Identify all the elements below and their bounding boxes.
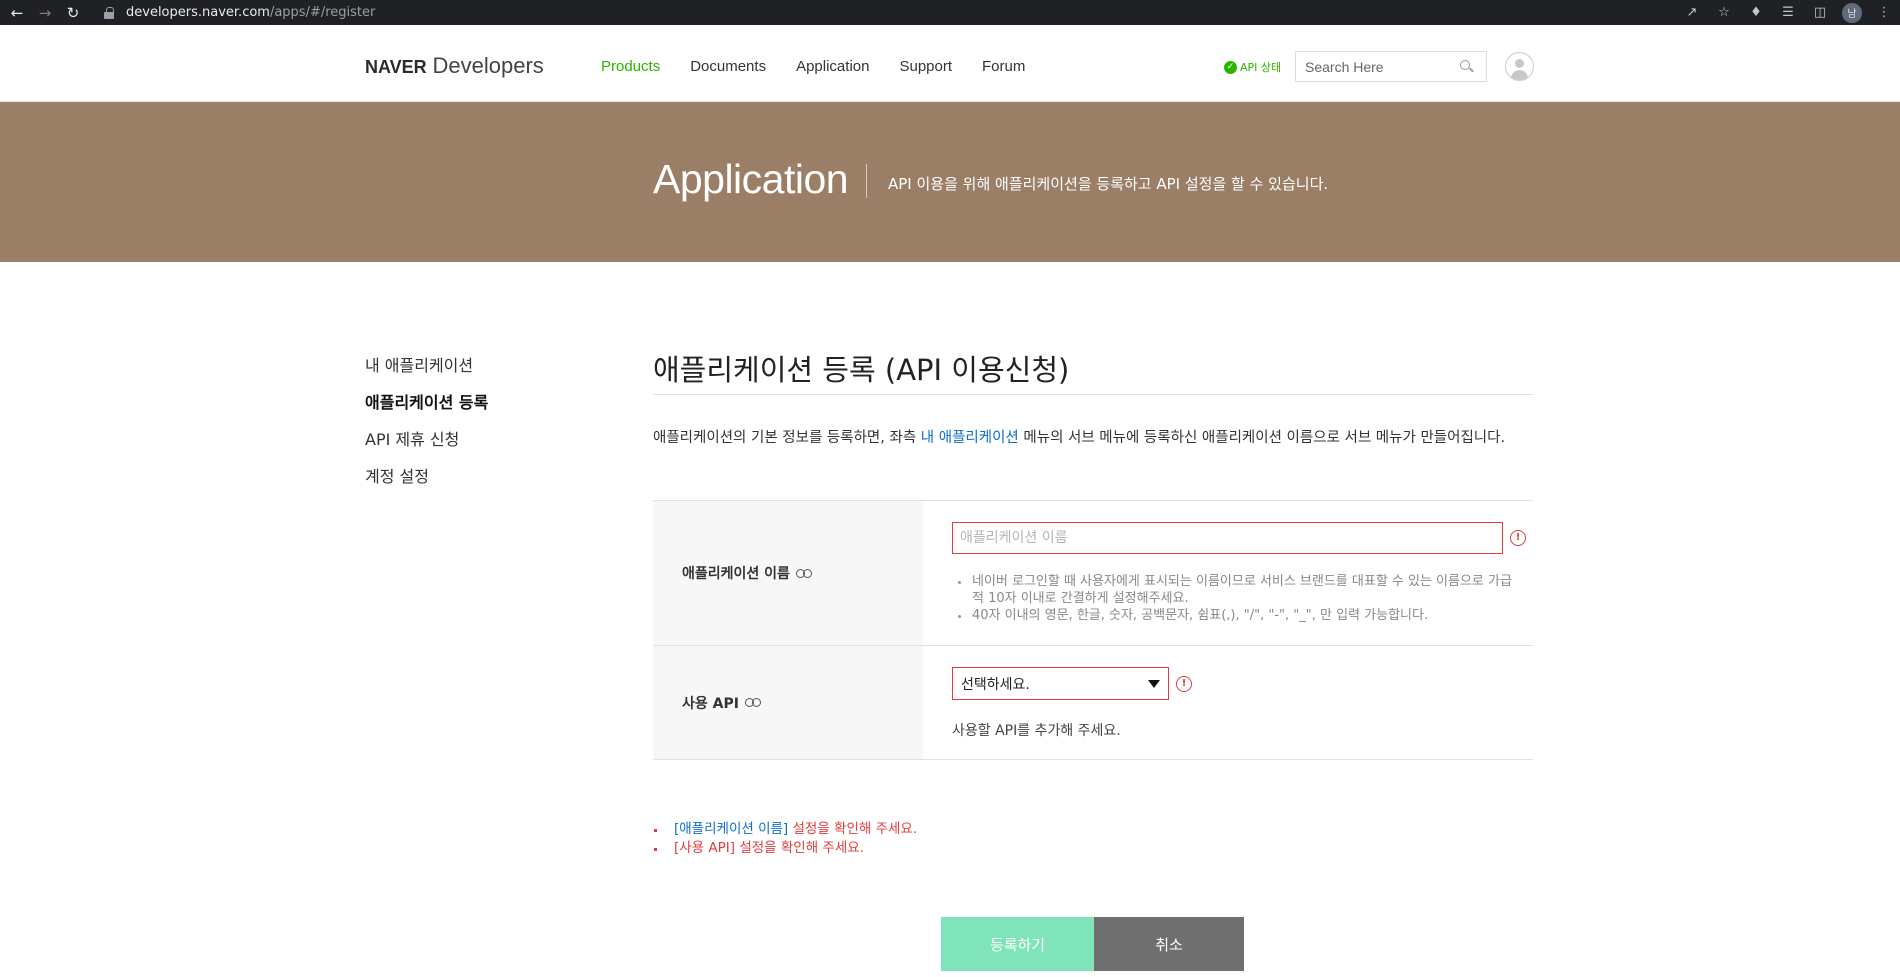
- main-content: 애플리케이션 등록 (API 이용신청) 애플리케이션의 기본 정보를 등록하면…: [653, 350, 1533, 971]
- guide-item: 네이버 로그인할 때 사용자에게 표시되는 이름이므로 서비스 브랜드를 대표할…: [952, 573, 1512, 607]
- caret-down-icon: [1148, 679, 1160, 688]
- intro-text: 애플리케이션의 기본 정보를 등록하면, 좌측 내 애플리케이션 메뉴의 서브 …: [653, 425, 1533, 452]
- check-circle-icon: ✓: [1224, 60, 1237, 74]
- share-icon[interactable]: ↗: [1682, 3, 1702, 23]
- form-buttons: 등록하기 취소: [941, 917, 1244, 971]
- logo-developers-text: Developers: [432, 53, 544, 78]
- nav-support[interactable]: Support: [899, 58, 952, 75]
- sidebar-item-register-application[interactable]: 애플리케이션 등록: [365, 393, 488, 430]
- error-field-api: [사용 API]: [674, 840, 736, 856]
- sidebar-item-my-applications[interactable]: 내 애플리케이션: [365, 356, 488, 393]
- reading-list-icon[interactable]: ☰: [1778, 3, 1798, 23]
- form-row-app-name: 애플리케이션 이름 ! 네이버 로그인할 때 사용자에게 표시되는 이름이므로 …: [653, 501, 1533, 646]
- bookmark-star-icon[interactable]: ☆: [1714, 3, 1734, 23]
- reload-icon[interactable]: ↻: [62, 2, 84, 24]
- url-host: developers.naver.com: [126, 5, 270, 20]
- api-select-cell: 선택하세요. ! 사용할 API를 추가해 주세요.: [923, 646, 1533, 759]
- sidebar-item-account-settings[interactable]: 계정 설정: [365, 467, 488, 504]
- error-alert-icon: !: [1176, 675, 1192, 692]
- api-select-value: 선택하세요.: [961, 676, 1030, 693]
- nav-products[interactable]: Products: [601, 58, 660, 75]
- browser-toolbar: ← → ↻ developers.naver.com/apps/#/regist…: [0, 0, 1900, 25]
- intro-text-before: 애플리케이션의 기본 정보를 등록하면, 좌측: [653, 430, 921, 446]
- app-name-label-cell: 애플리케이션 이름: [653, 501, 923, 645]
- search-box: [1295, 51, 1487, 82]
- address-bar[interactable]: developers.naver.com/apps/#/register: [104, 2, 1664, 23]
- registration-form: 애플리케이션 이름 ! 네이버 로그인할 때 사용자에게 표시되는 이름이므로 …: [653, 500, 1533, 760]
- extensions-puzzle-icon[interactable]: ♦: [1746, 3, 1766, 23]
- search-icon[interactable]: [1460, 59, 1474, 74]
- error-message: 설정을 확인해 주세요.: [735, 840, 864, 856]
- error-field-app-name: [애플리케이션 이름]: [674, 821, 789, 837]
- api-label-cell: 사용 API: [653, 646, 923, 759]
- side-panel-icon[interactable]: ◫: [1810, 3, 1830, 23]
- site-header: NAVER Developers Products Documents Appl…: [0, 25, 1900, 102]
- intro-text-after: 메뉴의 서브 메뉴에 등록하신 애플리케이션 이름으로 서브 메뉴가 만들어집니…: [1018, 430, 1506, 446]
- menu-dots-icon[interactable]: ⋮: [1874, 3, 1894, 23]
- app-name-guide: 네이버 로그인할 때 사용자에게 표시되는 이름이므로 서비스 브랜드를 대표할…: [952, 573, 1512, 624]
- naver-developers-logo[interactable]: NAVER Developers: [365, 55, 544, 77]
- page-banner: Application API 이용을 위해 애플리케이션을 등록하고 API …: [0, 102, 1900, 262]
- error-item: [애플리케이션 이름] 설정을 확인해 주세요.: [653, 820, 917, 839]
- nav-application[interactable]: Application: [796, 58, 869, 75]
- main-nav: Products Documents Application Support F…: [601, 58, 1025, 75]
- api-status-label: API 상태: [1240, 61, 1282, 74]
- app-name-input[interactable]: [952, 522, 1503, 554]
- forward-arrow-icon[interactable]: →: [34, 2, 56, 24]
- error-item: [사용 API] 설정을 확인해 주세요.: [653, 839, 917, 858]
- error-alert-icon: !: [1510, 530, 1526, 546]
- api-help-text: 사용할 API를 추가해 주세요.: [952, 723, 1121, 739]
- api-status-link[interactable]: ✓ API 상태: [1224, 59, 1281, 75]
- url-path: /apps/#/register: [269, 5, 376, 20]
- nav-forum[interactable]: Forum: [982, 58, 1025, 75]
- validation-errors: [애플리케이션 이름] 설정을 확인해 주세요. [사용 API] 설정을 확인…: [653, 820, 917, 858]
- banner-title: Application: [653, 156, 849, 202]
- guide-item: 40자 이내의 영문, 한글, 숫자, 공백문자, 쉼표(,), "/", "-…: [952, 607, 1512, 624]
- lock-icon: [104, 6, 114, 19]
- my-applications-link[interactable]: 내 애플리케이션: [921, 430, 1019, 446]
- app-name-input-cell: ! 네이버 로그인할 때 사용자에게 표시되는 이름이므로 서비스 브랜드를 대…: [923, 501, 1533, 645]
- logo-naver-text: NAVER: [365, 57, 427, 77]
- error-message: 설정을 확인해 주세요.: [788, 821, 918, 837]
- banner-description: API 이용을 위해 애플리케이션을 등록하고 API 설정을 할 수 있습니다…: [888, 175, 1329, 193]
- page-title: 애플리케이션 등록 (API 이용신청): [653, 350, 1533, 395]
- sidebar-item-api-partnership[interactable]: API 제휴 신청: [365, 430, 488, 467]
- form-row-api: 사용 API 선택하세요. ! 사용할 API를 추가해 주세요.: [653, 646, 1533, 760]
- profile-avatar[interactable]: 남: [1842, 2, 1862, 23]
- user-avatar-icon[interactable]: [1505, 52, 1534, 81]
- search-input[interactable]: [1296, 58, 1456, 75]
- register-button[interactable]: 등록하기: [941, 917, 1094, 971]
- nav-documents[interactable]: Documents: [690, 58, 766, 75]
- api-label: 사용 API: [682, 695, 739, 712]
- app-name-label: 애플리케이션 이름: [682, 566, 790, 582]
- sidebar-menu: 내 애플리케이션 애플리케이션 등록 API 제휴 신청 계정 설정: [365, 356, 488, 504]
- banner-divider: [866, 164, 867, 198]
- back-arrow-icon[interactable]: ←: [6, 2, 28, 24]
- link-icon[interactable]: [795, 568, 813, 578]
- cancel-button[interactable]: 취소: [1094, 917, 1244, 971]
- link-icon[interactable]: [744, 698, 762, 707]
- api-select-dropdown[interactable]: 선택하세요.: [952, 667, 1169, 700]
